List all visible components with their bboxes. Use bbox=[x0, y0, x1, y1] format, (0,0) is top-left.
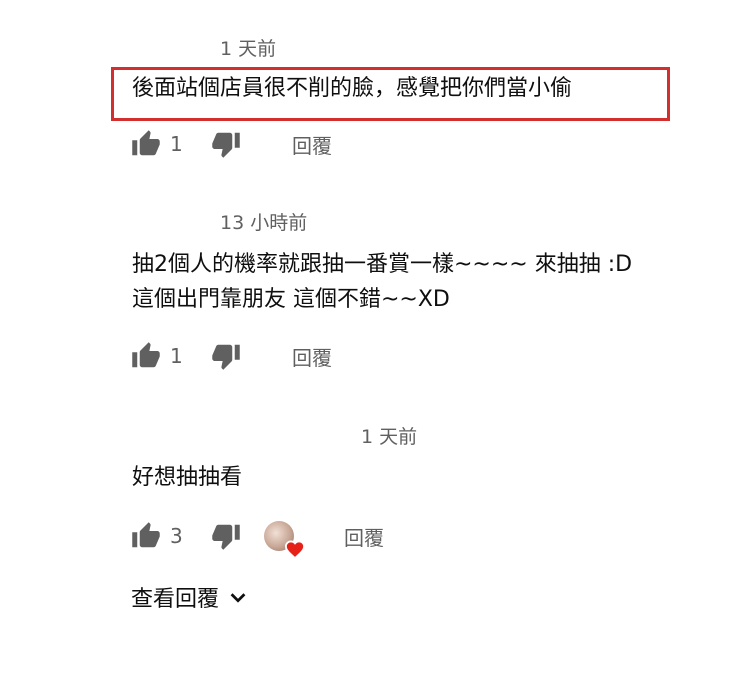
comment-text: 這個出門靠朋友 這個不錯~~XD bbox=[132, 287, 450, 312]
creator-heart bbox=[264, 521, 306, 559]
like-button[interactable] bbox=[130, 128, 162, 160]
like-count: 1 bbox=[170, 344, 183, 368]
comment-text: 抽2個人的機率就跟抽一番賞一樣~~~~ 來抽抽 :D bbox=[132, 252, 633, 277]
like-count: 1 bbox=[170, 132, 183, 156]
comment-actions: 3 回覆 bbox=[130, 520, 384, 559]
thumbs-down-icon bbox=[212, 344, 240, 370]
view-replies-label: 查看回覆 bbox=[131, 587, 220, 612]
reply-button[interactable]: 回覆 bbox=[344, 522, 384, 551]
comment-text: 好想抽抽看 bbox=[132, 465, 243, 490]
dislike-button[interactable] bbox=[210, 520, 242, 552]
like-button[interactable] bbox=[130, 340, 162, 372]
heart-icon bbox=[284, 540, 306, 559]
thumbs-up-icon bbox=[132, 522, 160, 548]
comment-actions: 1 回覆 bbox=[130, 340, 332, 372]
thumbs-down-icon bbox=[212, 132, 240, 158]
highlight-box bbox=[111, 67, 670, 121]
thumbs-up-icon bbox=[132, 130, 160, 156]
like-button[interactable] bbox=[130, 520, 162, 552]
reply-button[interactable]: 回覆 bbox=[292, 130, 332, 159]
thumbs-down-icon bbox=[212, 524, 240, 550]
like-count: 3 bbox=[170, 524, 183, 548]
reply-button[interactable]: 回覆 bbox=[292, 342, 332, 371]
view-replies-button[interactable]: 查看回覆 bbox=[131, 581, 249, 613]
dislike-button[interactable] bbox=[210, 128, 242, 160]
comment-timestamp[interactable]: 1 天前 bbox=[361, 422, 417, 449]
chevron-down-icon bbox=[230, 593, 246, 603]
comment-timestamp[interactable]: 13 小時前 bbox=[220, 208, 307, 235]
dislike-button[interactable] bbox=[210, 340, 242, 372]
comment-actions: 1 回覆 bbox=[130, 128, 332, 160]
comment-timestamp[interactable]: 1 天前 bbox=[220, 34, 276, 61]
thumbs-up-icon bbox=[132, 342, 160, 368]
